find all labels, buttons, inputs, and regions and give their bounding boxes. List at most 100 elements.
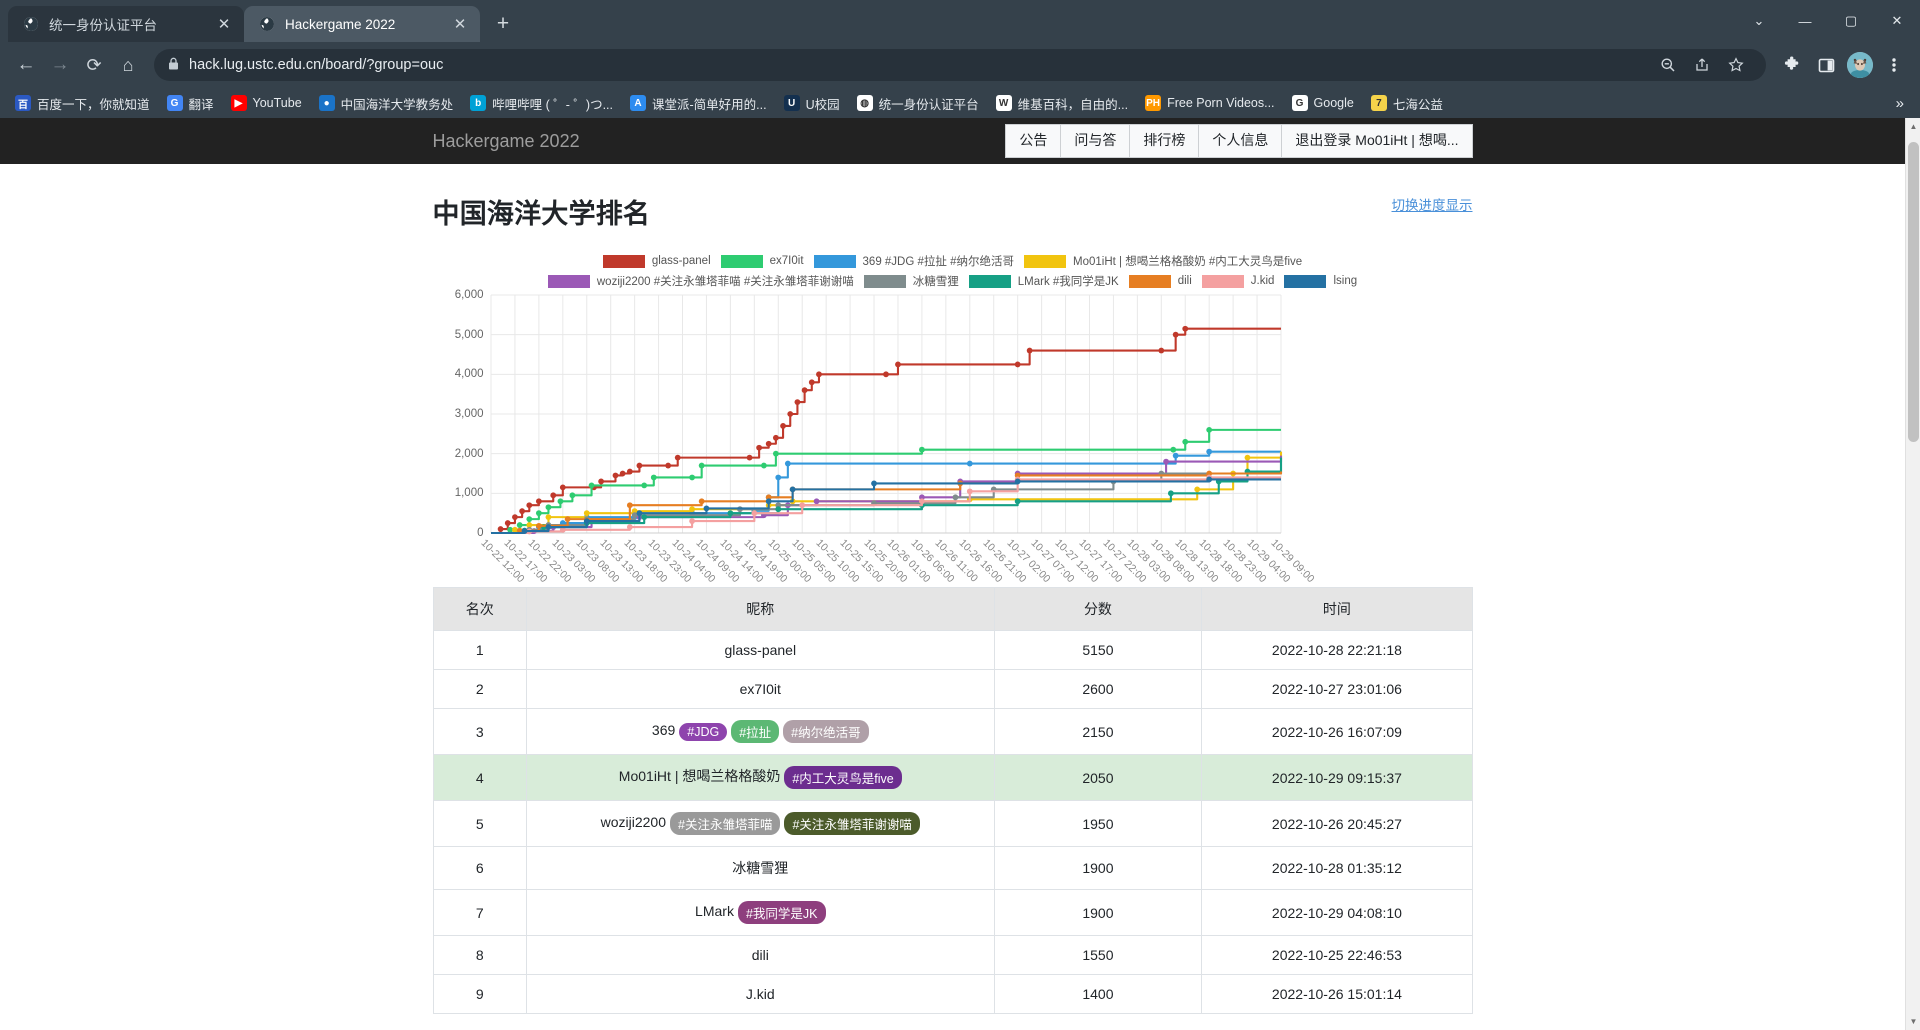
bookmarks-overflow-icon[interactable]: » (1888, 95, 1912, 112)
y-axis-tick-label: 6,000 (454, 289, 484, 301)
table-row: 1 glass-panel 5150 2022-10-28 22:21:18 (432, 630, 1473, 670)
puzzle-icon[interactable] (1776, 49, 1808, 81)
legend-item[interactable]: J.kid (1201, 273, 1274, 289)
tab-close-icon[interactable]: ✕ (214, 14, 234, 34)
nav-button[interactable]: 排行榜 (1129, 124, 1200, 158)
site-brand[interactable]: Hackergame 2022 (433, 131, 580, 152)
legend-item[interactable]: Mo01iHt | 想喝兰格格酸奶 #内工大灵鸟是five (1024, 253, 1302, 269)
bookmark-item[interactable]: A 课堂派-简单好用的... (623, 91, 774, 116)
cell-score: 1900 (993, 889, 1203, 936)
nav-button[interactable]: 个人信息 (1198, 124, 1283, 158)
address-bar[interactable]: hack.lug.ustc.edu.cn/board/?group=ouc (154, 49, 1766, 81)
close-window-button[interactable]: ✕ (1874, 0, 1920, 42)
nickname-badge: #我同学是JK (737, 901, 826, 924)
bookmark-item[interactable]: 百百度一下，你就知道 (8, 91, 157, 116)
forward-button[interactable]: → (44, 49, 76, 81)
reload-button[interactable]: ⟳ (78, 49, 110, 81)
legend-item[interactable]: glass-panel (602, 253, 711, 269)
bookmark-favicon-icon: ▶ (230, 95, 247, 111)
browser-tab-0[interactable]: 统一身份认证平台 ✕ (8, 6, 244, 42)
cell-score: 1900 (993, 846, 1203, 890)
cell-rank: 9 (432, 974, 527, 1014)
legend-color-swatch (720, 254, 763, 268)
bookmark-label: Free Porn Videos... (1167, 96, 1275, 110)
table-row: 6 冰糖雪狸 1900 2022-10-28 01:35:12 (432, 846, 1473, 890)
zoom-out-icon[interactable] (1652, 49, 1684, 81)
bookmark-label: 维基百科，自由的... (1017, 97, 1129, 112)
cell-time: 2022-10-29 04:08:10 (1201, 889, 1473, 936)
bookmark-item[interactable]: 7 七海公益 (1364, 91, 1450, 116)
page-content: 中国海洋大学排名 切换进度显示 glass-panel ex7I0it 369 #J… (433, 164, 1473, 1014)
nav-button[interactable]: 退出登录 Mo01iHt | 想喝... (1281, 124, 1473, 158)
bookmark-favicon-icon: ● (318, 95, 335, 111)
maximize-button[interactable]: ▢ (1828, 0, 1874, 42)
nickname-text: dili (751, 947, 769, 963)
toggle-progress-link[interactable]: 切换进度显示 (1392, 194, 1473, 214)
bookmark-label: 百度一下，你就知道 (37, 97, 150, 112)
bookmark-label: 中国海洋大学教务处 (340, 97, 454, 112)
legend-item[interactable]: dili (1128, 273, 1192, 289)
legend-label: Mo01iHt | 想喝兰格格酸奶 #内工大灵鸟是five (1073, 256, 1303, 268)
new-tab-button[interactable]: + (488, 9, 518, 39)
tab-title: Hackergame 2022 (285, 16, 396, 32)
legend-item[interactable]: 369 #JDG #拉扯 #纳尔绝活哥 (813, 253, 1014, 269)
cell-nickname: Mo01iHt | 想喝兰格格酸奶 #内工大灵鸟是five (526, 754, 995, 801)
legend-label: glass-panel (651, 255, 711, 267)
scrollbar-thumb[interactable] (1908, 142, 1919, 442)
page-header: 中国海洋大学排名 切换进度显示 (433, 192, 1473, 231)
bookmark-item[interactable]: G 翻译 (160, 91, 221, 116)
browser-tab-1[interactable]: Hackergame 2022 ✕ (244, 6, 480, 42)
bookmark-item[interactable]: PH Free Porn Videos... (1138, 92, 1281, 114)
scroll-up-arrow-icon[interactable]: ▲ (1906, 118, 1920, 135)
page-title: 中国海洋大学排名 (432, 199, 651, 229)
side-panel-icon[interactable] (1810, 49, 1842, 81)
chart-svg (490, 294, 1282, 535)
chart-x-axis-labels: 10-22 12:00 10-22 17:00 10-22 22:00 10-23 0… (478, 533, 1316, 605)
tab-search-chevron-icon[interactable]: ⌄ (1736, 0, 1782, 42)
bookmark-item[interactable]: ◍ 统一身份认证平台 (850, 91, 986, 116)
cell-rank: 8 (432, 935, 527, 975)
bookmark-item[interactable]: W 维基百科，自由的... (989, 91, 1135, 116)
profile-avatar-image (1847, 52, 1873, 78)
table-row: 7 LMark #我同学是JK 1900 2022-10-29 04:08:10 (432, 889, 1473, 936)
legend-item[interactable]: ex7I0it (720, 253, 804, 269)
bookmark-label: U校园 (805, 97, 840, 112)
tab-close-icon[interactable]: ✕ (450, 14, 470, 34)
bookmark-item[interactable]: ▶ YouTube (224, 92, 309, 114)
cell-rank: 4 (432, 754, 527, 801)
three-dot-menu-icon[interactable] (1878, 49, 1910, 81)
avatar[interactable] (1844, 49, 1876, 81)
bookmark-item[interactable]: G Google (1285, 92, 1361, 114)
star-icon[interactable] (1720, 49, 1752, 81)
back-button[interactable]: ← (10, 49, 42, 81)
bookmark-item[interactable]: ● 中国海洋大学教务处 (312, 91, 461, 116)
nav-button[interactable]: 问与答 (1060, 124, 1131, 158)
legend-item[interactable]: LMark #我同学是JK (968, 273, 1119, 289)
legend-item[interactable]: 冰糖雪狸 (863, 273, 959, 289)
bookmark-item[interactable]: b 哔哩哔哩 ( ゜- ゜)つ... (463, 91, 620, 116)
cell-time: 2022-10-26 16:07:09 (1201, 708, 1473, 755)
bookmark-item[interactable]: U U校园 (777, 91, 847, 116)
cell-time: 2022-10-26 20:45:27 (1201, 800, 1473, 847)
cell-score: 1950 (993, 800, 1203, 847)
share-icon[interactable] (1686, 49, 1718, 81)
home-button[interactable]: ⌂ (112, 49, 144, 81)
legend-item[interactable]: woziji2200 #关注永雏塔菲喵 #关注永雏塔菲谢谢喵 (547, 273, 854, 289)
nickname-text: J.kid (745, 986, 775, 1002)
cell-score: 2050 (993, 754, 1203, 801)
table-row: 9 J.kid 1400 2022-10-26 15:01:14 (432, 974, 1473, 1014)
nickname-badge: #JDG (679, 722, 728, 741)
cell-rank: 1 (432, 630, 527, 670)
nav-button[interactable]: 公告 (1005, 124, 1062, 158)
nickname-badge: #关注永雏塔菲喵 (670, 812, 781, 835)
page-scrollbar[interactable]: ▲ ▼ (1905, 118, 1920, 1030)
minimize-button[interactable]: — (1782, 0, 1828, 42)
scroll-down-arrow-icon[interactable]: ▼ (1906, 1013, 1920, 1030)
bookmark-favicon-icon: U (783, 95, 800, 111)
cell-rank: 7 (432, 889, 527, 936)
legend-label: woziji2200 #关注永雏塔菲喵 #关注永雏塔菲谢谢喵 (596, 276, 854, 288)
legend-item[interactable]: lsing (1284, 273, 1357, 289)
bookmark-favicon-icon: G (1291, 95, 1308, 111)
nickname-text: ex7I0it (739, 681, 781, 697)
bookmark-label: 哔哩哔哩 ( ゜- ゜)つ... (492, 97, 613, 112)
